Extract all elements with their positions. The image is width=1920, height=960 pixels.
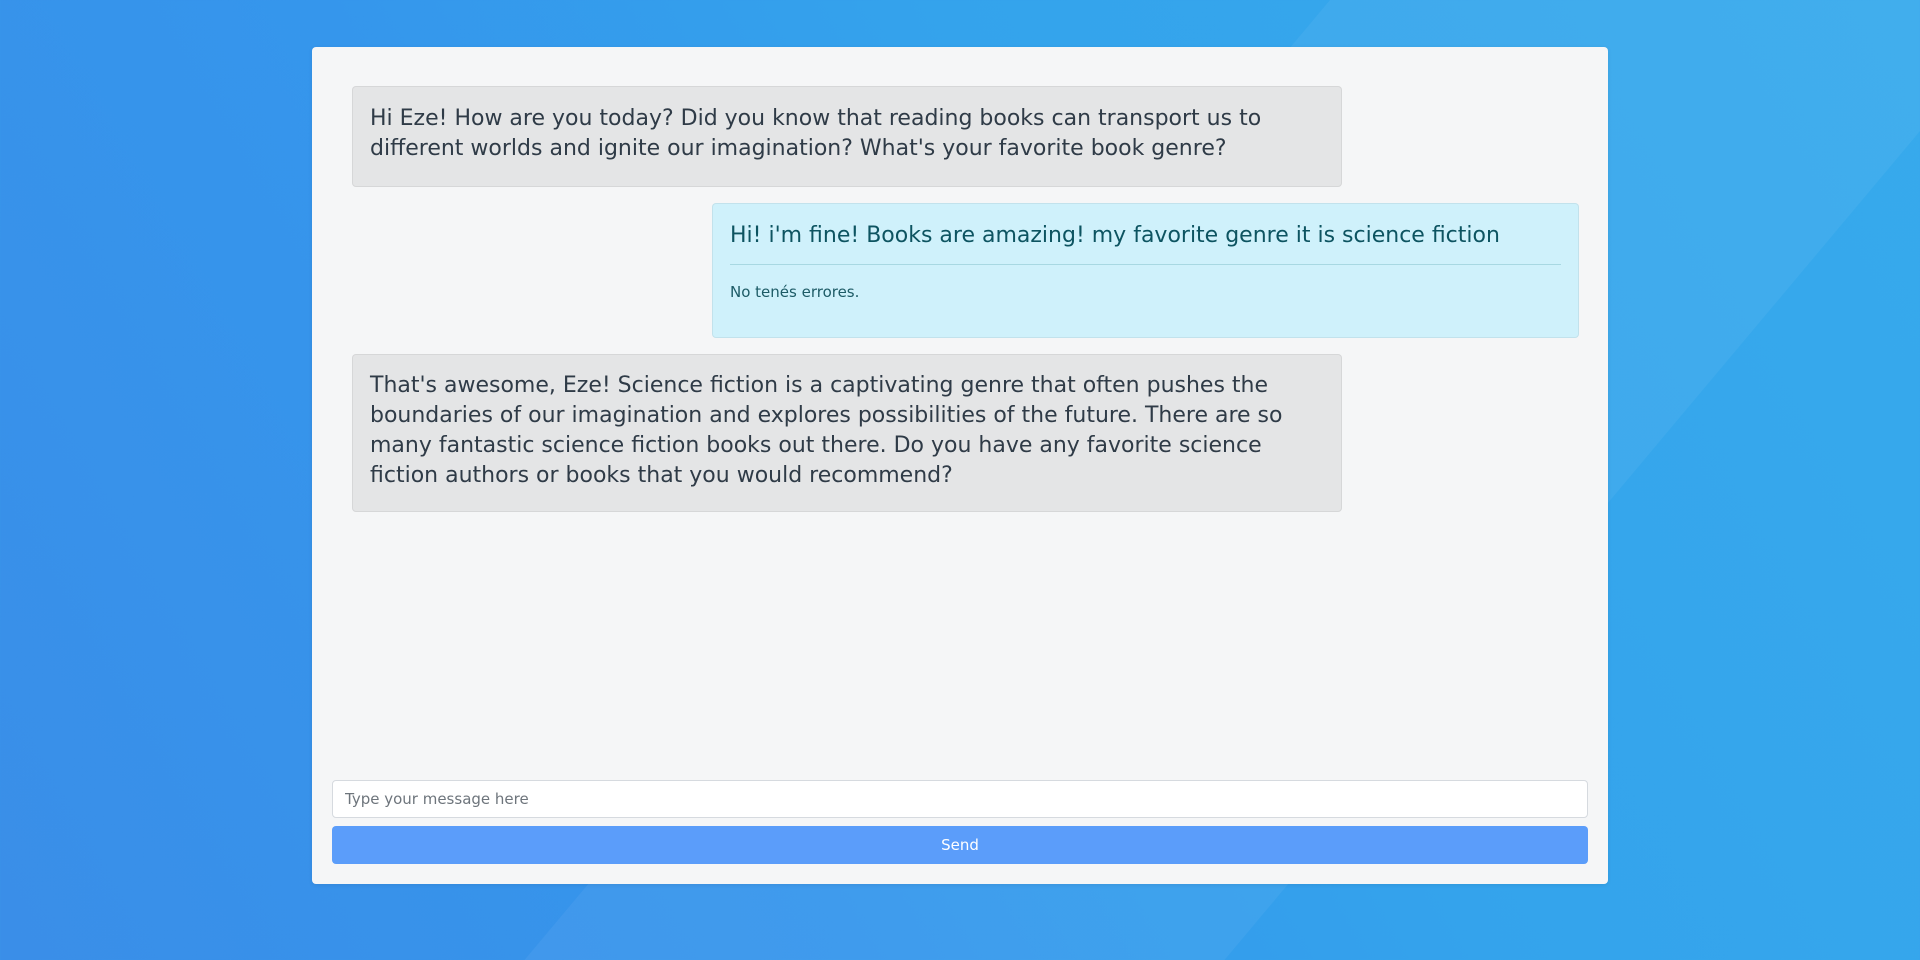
assistant-message: Hi Eze! How are you today? Did you know … xyxy=(352,86,1342,187)
assistant-message: That's awesome, Eze! Science fiction is … xyxy=(352,354,1342,512)
message-input[interactable] xyxy=(332,780,1588,818)
chat-window: Hi Eze! How are you today? Did you know … xyxy=(312,47,1608,884)
message-divider xyxy=(730,264,1561,265)
message-list: Hi Eze! How are you today? Did you know … xyxy=(312,47,1608,767)
send-button[interactable]: Send xyxy=(332,826,1588,864)
user-message: Hi! i'm fine! Books are amazing! my favo… xyxy=(712,203,1579,338)
grammar-feedback: No tenés errores. xyxy=(730,283,860,301)
message-text: Hi Eze! How are you today? Did you know … xyxy=(370,106,1262,161)
message-text: That's awesome, Eze! Science fiction is … xyxy=(370,373,1283,488)
message-text: Hi! i'm fine! Books are amazing! my favo… xyxy=(730,223,1500,248)
